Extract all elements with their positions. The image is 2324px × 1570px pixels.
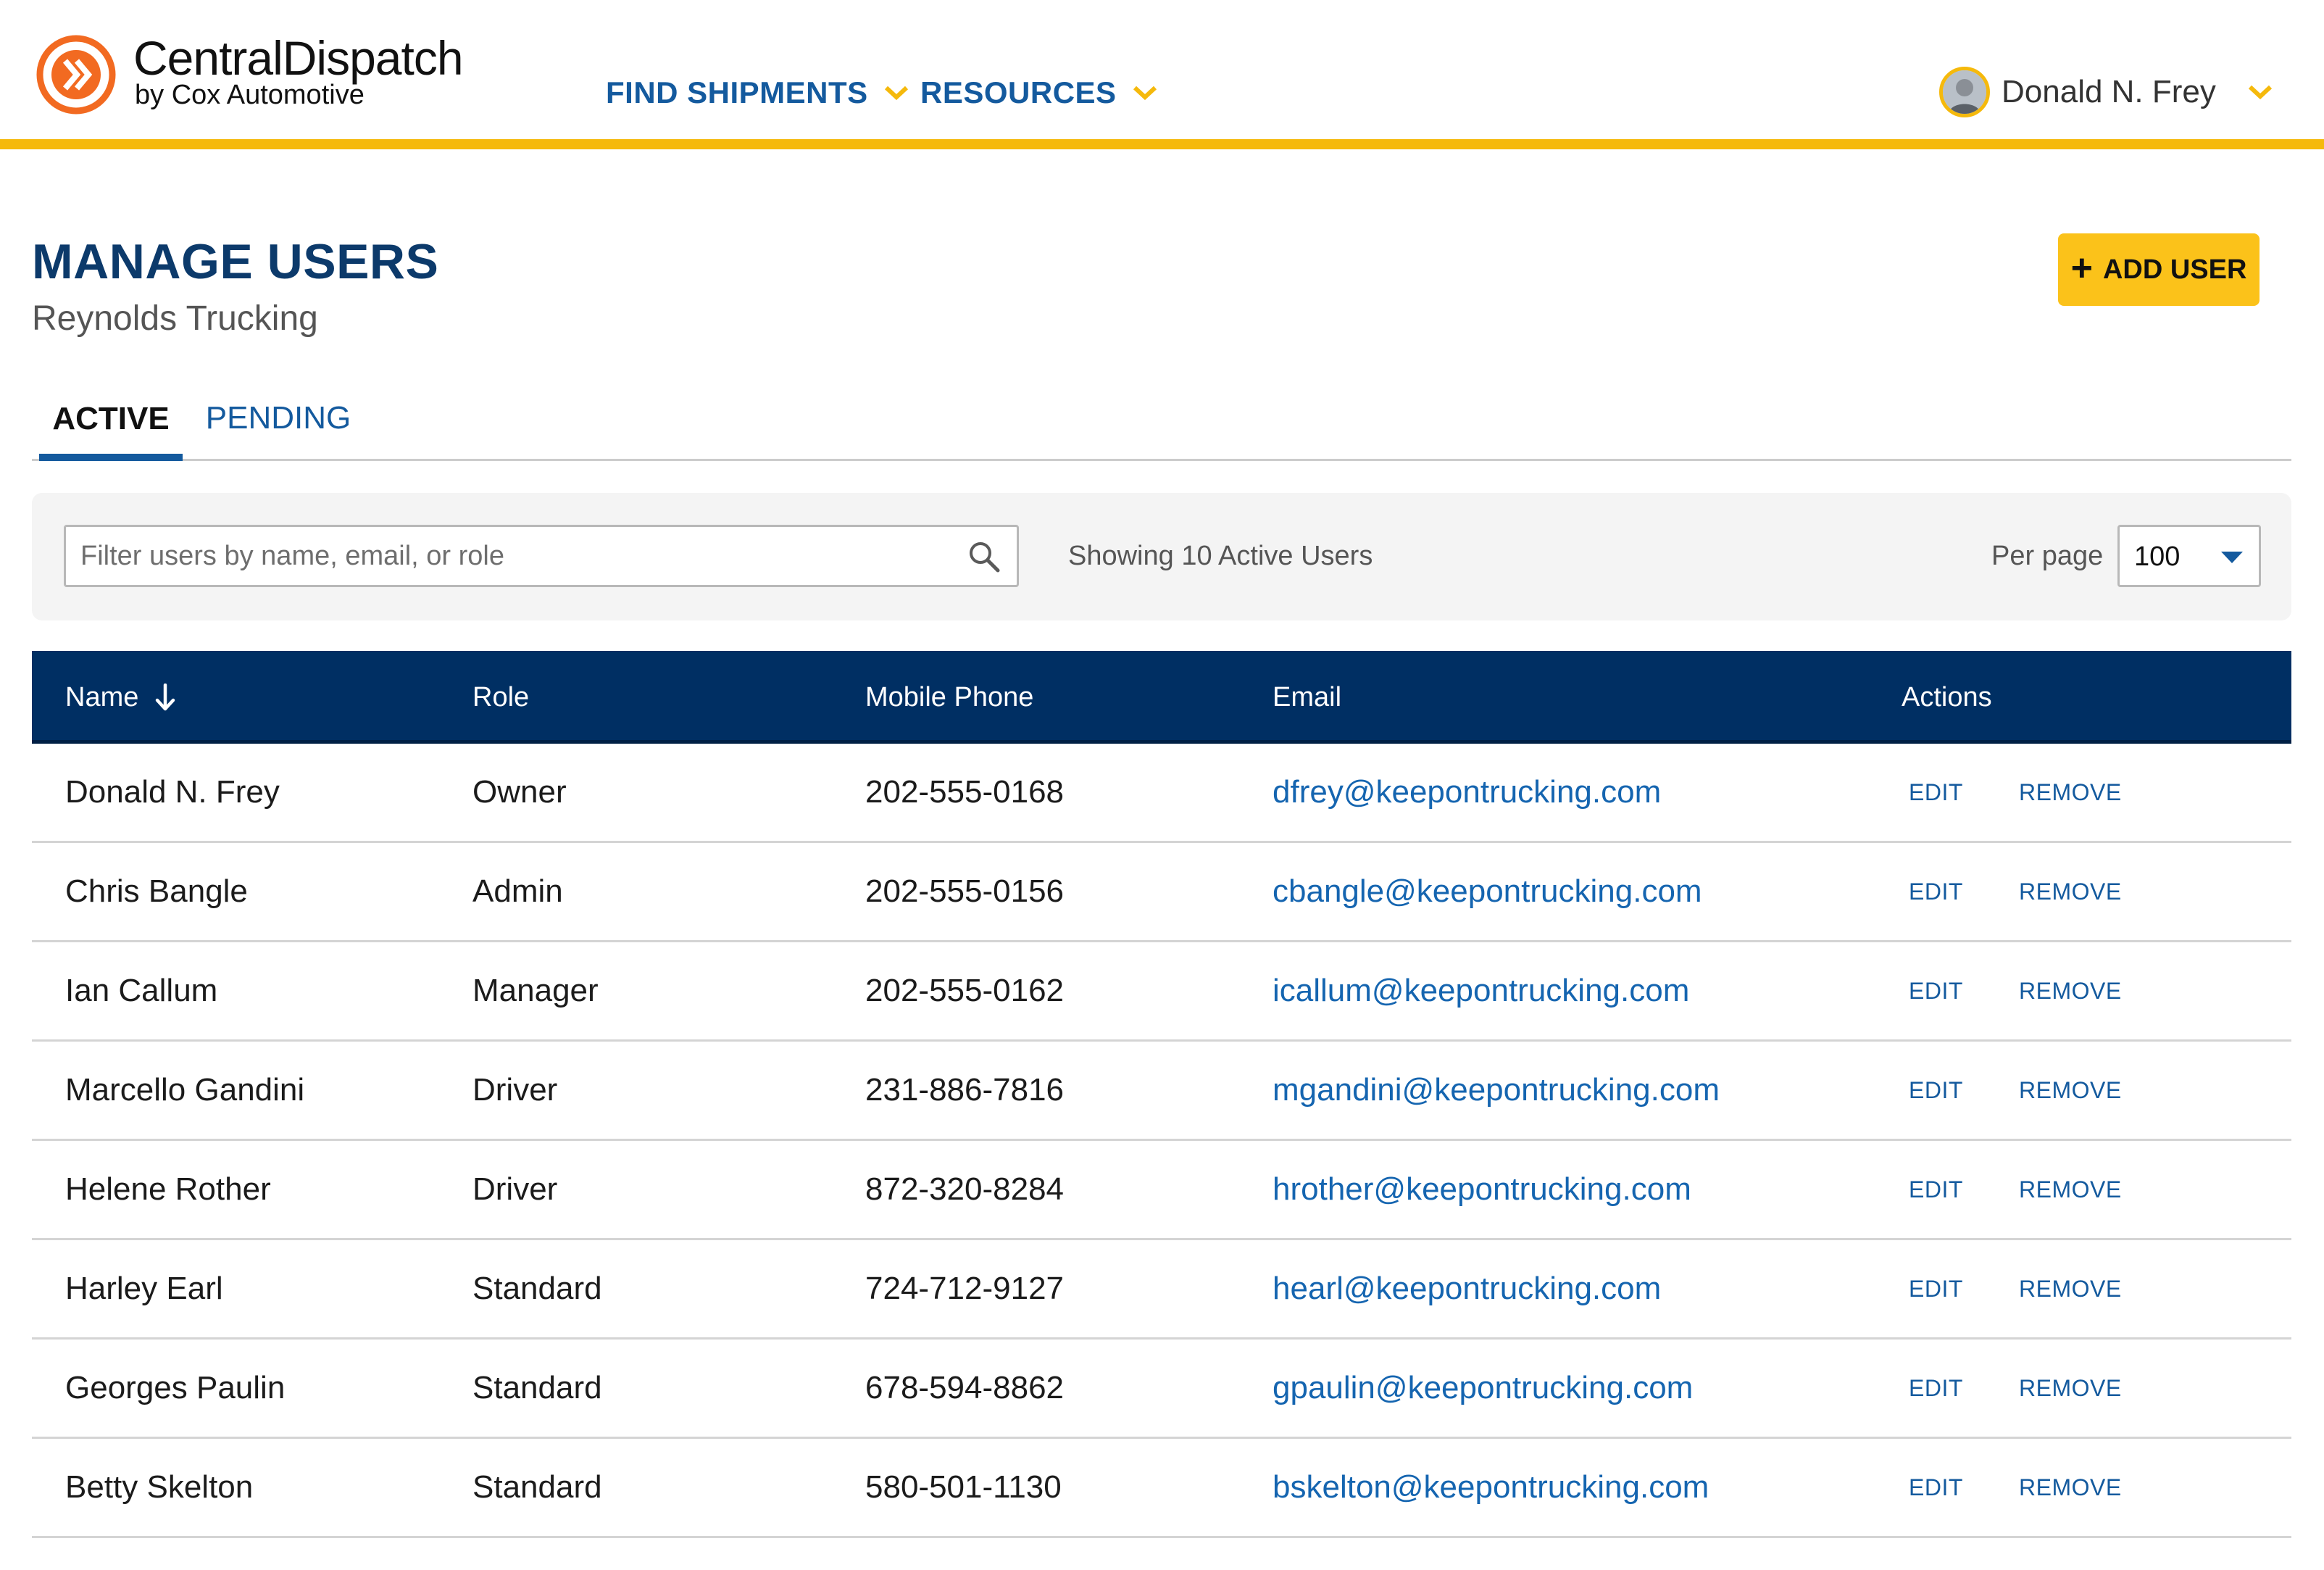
remove-button[interactable]: REMOVE (2019, 1439, 2122, 1536)
table-row: Helene Rother Driver 872-320-8284 hrothe… (32, 1141, 2291, 1240)
chevron-down-icon (884, 86, 908, 100)
user-phone-cell: 202-555-0168 (865, 774, 1065, 810)
tab-active[interactable]: ACTIVE (39, 377, 183, 461)
tab-pending[interactable]: PENDING (206, 377, 351, 459)
column-header-mobile-phone[interactable]: Mobile Phone (865, 651, 1033, 744)
nav-find-shipments[interactable]: FIND SHIPMENTS (606, 71, 909, 115)
column-header-name-label: Name (65, 681, 139, 713)
nav-resources-label: RESOURCES (920, 75, 1117, 109)
add-user-button[interactable]: + ADD USER (2058, 233, 2260, 306)
remove-button[interactable]: REMOVE (2019, 1042, 2122, 1139)
user-name-cell: Chris Bangle (65, 873, 248, 909)
user-photo-icon (1943, 70, 1986, 114)
avatar (1939, 67, 1990, 117)
user-phone-cell: 202-555-0156 (865, 873, 1065, 909)
user-phone-cell: 580-501-1130 (865, 1469, 1062, 1505)
user-role-cell: Driver (472, 1171, 558, 1207)
user-role-cell: Admin (472, 873, 563, 909)
user-name-cell: Georges Paulin (65, 1370, 286, 1405)
user-name: Donald N. Frey (2002, 74, 2216, 109)
results-count: Showing 10 Active Users (1068, 541, 1373, 571)
table-row: Betty Skelton Standard 580-501-1130 bske… (32, 1439, 2291, 1538)
users-table: Name Role Mobile Phone Email Actions Don… (32, 651, 2291, 1538)
user-name-cell: Helene Rother (65, 1171, 271, 1207)
search-icon[interactable] (967, 540, 1001, 573)
user-phone-cell: 724-712-9127 (865, 1271, 1065, 1306)
user-email-link[interactable]: gpaulin@keepontrucking.com (1273, 1340, 1693, 1437)
edit-button[interactable]: EDIT (1909, 744, 1963, 841)
per-page-select[interactable]: 100 (2117, 525, 2261, 587)
user-role-cell: Standard (472, 1469, 602, 1505)
edit-button[interactable]: EDIT (1909, 1042, 1963, 1139)
brand-subtitle: by Cox Automotive (135, 80, 365, 110)
column-header-email[interactable]: Email (1273, 651, 1341, 744)
user-role-cell: Driver (472, 1072, 558, 1108)
user-phone-cell: 678-594-8862 (865, 1370, 1065, 1405)
user-email-link[interactable]: icallum@keepontrucking.com (1273, 942, 1689, 1039)
table-row: Georges Paulin Standard 678-594-8862 gpa… (32, 1340, 2291, 1439)
table-row: Ian Callum Manager 202-555-0162 icallum@… (32, 942, 2291, 1042)
column-header-name[interactable]: Name (65, 651, 176, 744)
edit-button[interactable]: EDIT (1909, 1439, 1963, 1536)
column-header-role[interactable]: Role (472, 651, 529, 744)
nav-find-shipments-label: FIND SHIPMENTS (606, 75, 868, 109)
table-row: Donald N. Frey Owner 202-555-0168 dfrey@… (32, 744, 2291, 843)
user-email-link[interactable]: bskelton@keepontrucking.com (1273, 1439, 1709, 1536)
plus-icon: + (2070, 247, 2093, 289)
chevron-down-icon (1133, 86, 1157, 100)
user-email-link[interactable]: hrother@keepontrucking.com (1273, 1141, 1691, 1238)
table-row: Marcello Gandini Driver 231-886-7816 mga… (32, 1042, 2291, 1141)
user-role-cell: Manager (472, 973, 599, 1008)
central-dispatch-logo-icon[interactable] (36, 35, 116, 115)
user-phone-cell: 231-886-7816 (865, 1072, 1065, 1108)
user-name-cell: Donald N. Frey (65, 774, 280, 810)
add-user-label: ADD USER (2102, 254, 2247, 285)
user-name-cell: Marcello Gandini (65, 1072, 305, 1108)
edit-button[interactable]: EDIT (1909, 1141, 1963, 1238)
nav-resources[interactable]: RESOURCES (920, 71, 1157, 115)
sort-descending-arrow-icon (156, 684, 175, 711)
user-email-link[interactable]: dfrey@keepontrucking.com (1273, 744, 1661, 841)
user-email-link[interactable]: mgandini@keepontrucking.com (1273, 1042, 1720, 1139)
remove-button[interactable]: REMOVE (2019, 744, 2122, 841)
search-input[interactable] (66, 527, 950, 585)
caret-down-icon (2221, 552, 2243, 563)
user-name-cell: Betty Skelton (65, 1469, 254, 1505)
filter-bar: Showing 10 Active Users Per page 100 (32, 493, 2291, 620)
remove-button[interactable]: REMOVE (2019, 1141, 2122, 1238)
user-phone-cell: 202-555-0162 (865, 973, 1065, 1008)
user-role-cell: Standard (472, 1271, 602, 1306)
brand-title: CentralDispatch (133, 31, 464, 85)
search-field (64, 525, 1019, 587)
table-body: Donald N. Frey Owner 202-555-0168 dfrey@… (32, 744, 2291, 1538)
per-page-label: Per page (1991, 541, 2104, 571)
user-role-cell: Owner (472, 774, 567, 810)
user-role-cell: Standard (472, 1370, 602, 1405)
user-status-tabs: ACTIVE PENDING (32, 377, 2291, 461)
remove-button[interactable]: REMOVE (2019, 843, 2122, 940)
user-email-link[interactable]: cbangle@keepontrucking.com (1273, 843, 1702, 940)
user-menu[interactable]: Donald N. Frey (1939, 65, 2273, 119)
company-name: Reynolds Trucking (32, 299, 318, 338)
user-name-cell: Ian Callum (65, 973, 218, 1008)
page-title: MANAGE USERS (32, 234, 439, 289)
edit-button[interactable]: EDIT (1909, 843, 1963, 940)
edit-button[interactable]: EDIT (1909, 1240, 1963, 1337)
table-row: Chris Bangle Admin 202-555-0156 cbangle@… (32, 843, 2291, 942)
remove-button[interactable]: REMOVE (2019, 942, 2122, 1039)
user-name-cell: Harley Earl (65, 1271, 223, 1306)
column-header-actions: Actions (1902, 681, 1992, 713)
chevron-down-icon (2248, 85, 2272, 99)
edit-button[interactable]: EDIT (1909, 942, 1963, 1039)
edit-button[interactable]: EDIT (1909, 1340, 1963, 1437)
remove-button[interactable]: REMOVE (2019, 1340, 2122, 1437)
per-page-value: 100 (2134, 541, 2181, 572)
table-row: Harley Earl Standard 724-712-9127 hearl@… (32, 1240, 2291, 1340)
remove-button[interactable]: REMOVE (2019, 1240, 2122, 1337)
table-header: Name Role Mobile Phone Email Actions (32, 651, 2291, 744)
top-navigation-bar: CentralDispatch by Cox Automotive FIND S… (0, 0, 2324, 149)
user-email-link[interactable]: hearl@keepontrucking.com (1273, 1240, 1661, 1337)
user-phone-cell: 872-320-8284 (865, 1171, 1065, 1207)
